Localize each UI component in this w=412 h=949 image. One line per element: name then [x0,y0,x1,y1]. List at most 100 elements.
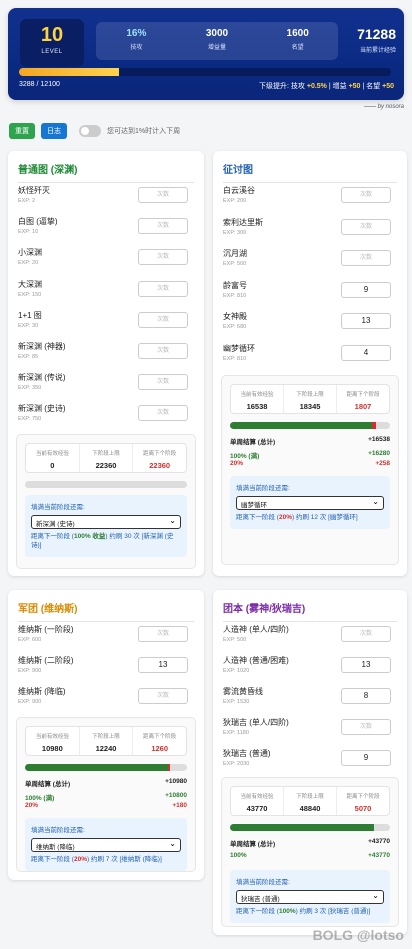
helper-prompt: 填满当前阶段还需: [236,485,290,492]
card-legion: 军团 (维纳斯) 维纳斯 (一阶段) EXP: 600 次数 维纳斯 (二阶段) EXP… [8,590,204,880]
run-count-input[interactable]: 9 [341,750,391,766]
run-count-input[interactable]: 次数 [341,218,391,235]
next-level-boost: 下级提升: 技攻 +0.5% | 增益 +50 | 名望 +50 [259,81,394,91]
level-progress-fill [19,68,120,76]
stage-stat-value: 5070 [354,804,372,813]
run-count-input[interactable]: 次数 [138,218,188,235]
stat-value: 3000 [205,28,229,39]
run-count-input[interactable]: 次数 [138,626,188,642]
boost-tech: +0.5% [306,83,327,90]
run-count-input[interactable]: 9 [341,281,391,298]
author-credit: —— by nosora [363,104,404,110]
run-count-input[interactable]: 次数 [341,719,391,735]
run-count-input[interactable]: 13 [341,313,391,330]
helper-result-rate: 100% 收益 [73,533,106,540]
reset-button[interactable]: 重置 [9,123,35,139]
carry-over-toggle[interactable] [79,125,101,137]
activity-select-value: 幽梦循环 [241,502,267,509]
stage-stat: 距离下个阶段 5070 [337,787,389,815]
fill-stage-helper: 填满当前阶段还需: 维纳斯 (降临) ⌄ 距离下一阶段 (20%) 约刷 7 次 [维… [25,818,187,871]
stat-fame: 1600 名望 [257,22,338,60]
stat-label: 增益量 [208,45,227,51]
exp-summary-panel: 当前有效经验 16538 下阶段上限 18345 距离下个阶段 1807 单周结算 (总计)… [221,375,399,565]
run-count-input[interactable]: 次数 [138,249,188,266]
activity-select[interactable]: 新深渊 (史诗) ⌄ [31,515,181,529]
level-progress-bar [19,68,391,76]
activity-row: 狄瑞吉 (单人/四阶) EXP: 1180 次数 [223,717,397,745]
weekly-total-label: 单周结算 (总计) [25,781,71,788]
run-count-input[interactable]: 次数 [341,626,391,642]
run-count-input[interactable]: 次数 [138,187,188,203]
run-count-input[interactable]: 4 [341,345,391,361]
activity-select[interactable]: 狄瑞吉 (普通) ⌄ [236,890,384,904]
stage-stat-label: 当前有效经验 [35,734,69,740]
chevron-down-icon: ⌄ [169,516,176,525]
run-count-input[interactable]: 13 [138,657,188,673]
stage-stat: 当前有效经验 43770 [231,787,284,815]
activity-row: 雾流黄昏线 EXP: 1530 8 [223,686,397,714]
stage-stat: 当前有效经验 10980 [26,727,80,755]
run-count-input[interactable]: 次数 [138,374,188,391]
weekly-total: 单周结算 (总计) +43770 [230,838,390,848]
level-number: 10 [40,24,64,46]
stat-value: 16% [126,28,147,39]
exp-summary-panel: 当前有效经验 10980 下阶段上限 12240 距离下个阶段 1260 单周结算 (总计)… [16,717,196,872]
activity-select-value: 狄瑞吉 (普通) [241,896,280,903]
stage-stats: 当前有效经验 16538 下阶段上限 18345 距离下个阶段 1807 [230,384,390,414]
toggle-label: 您可达到1%时计入下周 [107,128,181,135]
weekly-total: 单周结算 (总计) +16538 [230,436,390,446]
activity-row: 人造神 (普通/困难) EXP: 1020 13 [223,655,397,683]
log-button[interactable]: 日志 [41,123,67,139]
stats-panel: 16% 技攻 3000 增益量 1600 名望 [96,22,338,60]
activity-select[interactable]: 幽梦循环 ⌄ [236,496,384,510]
card-title: 普通图 (深渊) [18,161,194,183]
stat-label: 名望 [291,45,304,51]
chevron-down-icon: ⌄ [372,497,379,506]
fill-stage-helper: 填满当前阶段还需: 新深渊 (史诗) ⌄ 距离下一阶段 (100% 收益) 约刷 30… [25,495,187,557]
reduced-rate-label: 20% [230,460,244,467]
stage-stat-label: 当前有效经验 [35,451,69,457]
stage-progress-bar [230,824,390,831]
full-rate-line: 100% (满) +10800 [25,792,187,802]
run-count-input[interactable]: 次数 [138,311,188,328]
activity-row: 狄瑞吉 (普通) EXP: 2030 9 [223,748,397,776]
stage-stat-value: 48840 [299,804,321,813]
chevron-down-icon: ⌄ [372,891,379,900]
stage-progress-bar [25,481,187,488]
activity-row: 龄富号 EXP: 810 9 [223,280,397,308]
full-rate-label: 100% (满) [230,453,260,460]
activity-row: 维纳斯 (二阶段) EXP: 900 13 [18,655,194,683]
stage-progress-reduced [167,764,170,771]
reduced-rate-line: 20% +180 [25,802,187,809]
stage-stat-label: 距离下个阶段 [143,451,177,457]
activity-select-value: 维纳斯 (降临) [36,844,75,851]
full-rate-label: 100% [230,852,247,859]
full-rate-value: +10800 [165,792,187,799]
watermark: BOLG @lotso [312,927,404,943]
stage-stat-value: 18345 [299,402,321,411]
stage-stat-value: 10980 [41,744,63,753]
run-count-input[interactable]: 次数 [138,405,188,422]
helper-result-prefix: 距离下一阶段 ( [236,514,279,521]
stage-stats: 当前有效经验 43770 下阶段上限 48840 距离下个阶段 5070 [230,786,390,816]
boost-buff: +50 [348,83,361,90]
run-count-input[interactable]: 次数 [341,187,391,203]
run-count-input[interactable]: 次数 [138,280,188,297]
fill-stage-helper: 填满当前阶段还需: 狄瑞吉 (普通) ⌄ 距离下一阶段 (100%) 约刷 3 次 [… [230,870,390,923]
helper-result-rate: 100% [278,908,296,915]
total-exp-label: 当前累计经验 [359,48,396,54]
run-count-input[interactable]: 次数 [341,250,391,267]
stage-progress-full [230,824,374,831]
full-rate-value: +16280 [368,450,390,457]
helper-result-prefix: 距离下一阶段 ( [31,533,74,540]
level-progress-text: 3288 / 12100 [19,81,60,88]
run-count-input[interactable]: 次数 [138,343,188,359]
run-count-input[interactable]: 13 [341,657,391,673]
stage-stat-label: 下阶段上限 [296,794,324,800]
activity-select[interactable]: 维纳斯 (降临) ⌄ [31,838,181,852]
run-count-input[interactable]: 次数 [138,688,188,704]
run-count-input[interactable]: 8 [341,688,391,704]
helper-result-suffix: ) 约刷 7 次 [维纳斯 (降临)] [87,856,162,863]
helper-result: 距离下一阶段 (20%) 约刷 7 次 [维纳斯 (降临)] [31,856,181,865]
stage-stat: 距离下个阶段 1807 [337,385,389,413]
